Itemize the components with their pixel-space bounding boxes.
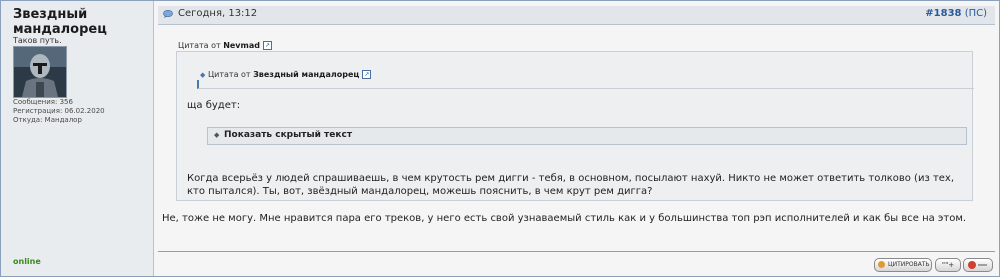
mandalorian-avatar-image xyxy=(14,47,66,97)
quote-button-label: ЦИТИРОВАТЬ xyxy=(888,261,930,268)
author-location: Откуда: Мандалор xyxy=(13,116,82,124)
nested-quote-header: ◆ Цитата от Звездный мандалорец ↗ xyxy=(200,70,372,79)
post-number-link[interactable]: #1838 xyxy=(925,8,961,19)
forum-post: Звездный мандалорец Таков путь. Сообщени… xyxy=(0,0,1000,277)
nested-quote-author: Звездный мандалорец xyxy=(253,70,360,79)
quote-text-before: ща будет: xyxy=(187,100,241,111)
author-name[interactable]: Звездный мандалорец xyxy=(13,7,149,37)
arrow-link-icon[interactable]: ↗ xyxy=(362,70,372,79)
avatar[interactable] xyxy=(13,46,67,98)
author-registered: Регистрация: 06.02.2020 xyxy=(13,107,105,115)
arrow-link-icon[interactable]: ↗ xyxy=(262,41,272,50)
author-messages: Сообщения: 356 xyxy=(13,98,73,106)
post-header: Сегодня, 13:12 #1838 (ПС) xyxy=(158,6,995,25)
post-body: Не, тоже не могу. Мне нравится пара его … xyxy=(162,213,967,224)
post-main: Сегодня, 13:12 #1838 (ПС) Цитата от Nevm… xyxy=(154,1,999,276)
report-button[interactable] xyxy=(963,258,993,272)
nested-quote-prefix: Цитата от xyxy=(207,70,251,79)
quote-box: ◆ Цитата от Звездный мандалорец ↗ ща буде… xyxy=(176,51,974,201)
quote-button[interactable]: ЦИТИРОВАТЬ xyxy=(874,258,932,272)
report-icon xyxy=(968,261,976,269)
post-datetime: Сегодня, 13:12 xyxy=(178,8,258,19)
online-status: online xyxy=(13,257,41,266)
pm-link[interactable]: (ПС) xyxy=(965,8,987,19)
diamond-arrow-icon: ◆ xyxy=(214,131,220,139)
quote-prefix: Цитата от xyxy=(178,41,221,50)
report-line-icon xyxy=(978,264,987,266)
spoiler-label: Показать скрытый текст xyxy=(224,130,353,140)
author-title: Таков путь. xyxy=(13,36,62,45)
speech-bubble-icon xyxy=(163,10,173,18)
post-footer-divider xyxy=(158,251,995,252)
diamond-arrow-icon: ◆ xyxy=(200,71,206,79)
spoiler-toggle[interactable]: ◆ Показать скрытый текст xyxy=(207,127,967,145)
quote-icon xyxy=(878,261,885,268)
post-number-area: #1838 (ПС) xyxy=(925,8,987,19)
multiquote-button[interactable]: ""+ xyxy=(935,258,961,272)
quote-text-after: Когда всерьёз у людей спрашиваешь, в чем… xyxy=(187,173,955,197)
quote-author: Nevmad xyxy=(223,41,260,50)
quote-header: Цитата от Nevmad ↗ xyxy=(178,41,272,50)
author-stats: Сообщения: 356 Регистрация: 06.02.2020 О… xyxy=(13,98,105,125)
nested-quote-box xyxy=(197,80,974,89)
author-sidebar: Звездный мандалорец Таков путь. Сообщени… xyxy=(1,1,154,276)
